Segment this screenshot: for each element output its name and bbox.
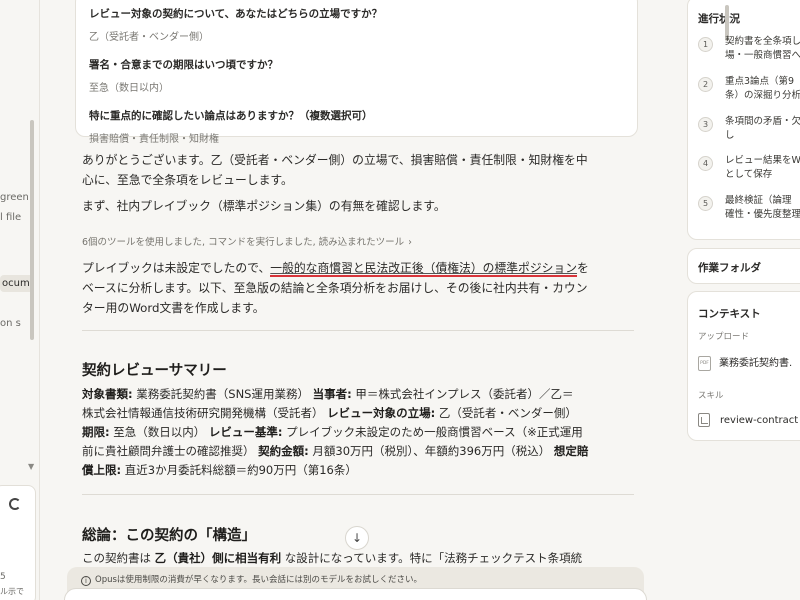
body-text: を <box>577 261 589 275</box>
step-line: 確性・優先度整理 <box>725 209 800 220</box>
step-number: 4 <box>698 156 713 171</box>
field-value: 甲＝株式会社インプレス（委託者）／乙＝ <box>351 387 574 401</box>
step-text: 重点3論点（第9 条）の深掘り分析 <box>725 75 800 103</box>
ack-line: ありがとうございます。乙（受託者・ベンダー側）の立場で、損害賠償・責任制限・知財… <box>82 153 588 167</box>
field-label: レビュー基準: <box>208 425 283 439</box>
emphasis-text: 乙（貴社）側に相当有利 <box>154 551 282 565</box>
field-label: 期限: <box>82 425 110 439</box>
question-text: 署名・合意までの期限はいつ頃ですか？ <box>89 59 278 71</box>
loading-spinner-icon <box>9 498 21 510</box>
step-text: レビュー結果をWor として保存 <box>725 154 800 182</box>
field-label: 契約金額: <box>258 444 309 458</box>
context-title: コンテキスト <box>698 308 761 320</box>
step-number: 5 <box>698 196 713 211</box>
field-value: 直近3か月委託料総額＝約90万円（第16条） <box>121 463 357 477</box>
field-value: プレイブック未設定のため一般商慣習ベース（※正式運用 <box>282 425 583 439</box>
skill-icon <box>698 413 710 427</box>
step-line: 最終検証（論理 <box>725 195 792 206</box>
upload-label: アップロード <box>698 332 750 342</box>
step-line: 契約書を全条項し <box>725 36 800 47</box>
answer-text: 損害賠償・責任制限・知財権 <box>89 134 219 145</box>
work-folder-card[interactable]: 作業フォルダ <box>687 248 800 284</box>
progress-card: 進行状況 1 契約書を全条項し 場・一般商慣習へ 2 重点3論点（第9 条）の深掘り… <box>687 0 800 240</box>
sidebar-item-fragment[interactable]: on s <box>0 318 21 329</box>
skill-name: review-contract <box>720 415 799 426</box>
body-text: この契約書は <box>82 551 155 565</box>
body-text: な設計になっています。特に「法務チェックテスト条項統 <box>281 551 583 565</box>
step-number: 2 <box>698 77 713 92</box>
field-value: 業務委託契約書（SNS運用業務） <box>132 387 313 401</box>
step-line: し <box>725 130 735 141</box>
step-line: として保存 <box>725 169 773 180</box>
chevron-right-icon: › <box>408 237 412 248</box>
field-value: 乙（受託者・ベンダー側） <box>435 406 577 420</box>
left-sidebar: green l file ocum on s ▼ 5 ル示で <box>0 0 40 600</box>
tool-usage-label: 6個のツールを使用しました, コマンドを実行しました, 読み込まれたツール <box>82 237 405 248</box>
ack-line: 心に、至急で全条項をレビューします。 <box>82 173 293 187</box>
field-label: 当事者: <box>312 387 352 401</box>
field-label: 想定賠 <box>553 444 589 458</box>
assistant-body: プレイブックは未設定でしたので、一般的な商慣習と民法改正後（債権法）の標準ポジシ… <box>82 258 642 318</box>
field-value: 月額30万円（税別）、年額約396万円（税込） <box>308 444 554 458</box>
file-name: 業務委託契約書. <box>719 358 793 369</box>
divider <box>82 330 634 331</box>
overview-heading: 総論：この契約の「構造」 <box>82 528 256 544</box>
highlighted-text: 一般的な商慣習と民法改正後（債権法）の標準ポジション <box>270 261 578 277</box>
folder-title: 作業フォルダ <box>698 262 761 274</box>
context-card: コンテキスト アップロード PDF 業務委託契約書. スキル review-con… <box>687 291 800 441</box>
field-value: 前に貴社顧問弁護士の確認推奨） <box>82 444 259 458</box>
conversation-area: レビュー対象の契約について、あなたはどちらの立場ですか？ 乙（受託者・ベンダー側… <box>40 0 660 600</box>
sidebar-item-selected[interactable]: ocum <box>0 275 34 292</box>
assistant-ack: ありがとうございます。乙（受託者・ベンダー側）の立場で、損害賠償・責任制限・知財… <box>82 150 642 190</box>
divider <box>82 494 634 495</box>
step-number: 1 <box>698 37 713 52</box>
tool-usage-summary[interactable]: 6個のツールを使用しました, コマンドを実行しました, 読み込まれたツール › <box>82 234 412 248</box>
body-text: ベースに分析します。以下、至急版の結論と全条項分析をお届けし、その後に社内共有・… <box>82 281 588 295</box>
answer-text: 乙（受託者・ベンダー側） <box>89 32 209 43</box>
question-text: レビュー対象の契約について、あなたはどちらの立場ですか？ <box>89 8 383 20</box>
skill-item[interactable]: review-contract <box>698 413 798 427</box>
info-icon: i <box>81 576 91 586</box>
skill-label: スキル <box>698 391 724 401</box>
step-line: 条項間の矛盾・欠 <box>725 116 800 127</box>
sidebar-bottom-text: ル示で <box>0 587 24 596</box>
caret-down-icon[interactable]: ▼ <box>28 462 34 471</box>
sidebar-item-fragment[interactable]: l file <box>0 212 21 223</box>
summary-paragraph: 対象書類: 業務委託契約書（SNS運用業務） 当事者: 甲＝株式会社インプレス（… <box>82 385 640 480</box>
sidebar-scrollbar[interactable] <box>30 120 34 340</box>
field-label: 償上限: <box>82 463 122 477</box>
step-text: 契約書を全条項し 場・一般商慣習へ <box>725 35 800 63</box>
assistant-check: まず、社内プレイブック（標準ポジション集）の有無を確認します。 <box>82 199 446 213</box>
step-text: 条項間の矛盾・欠し <box>725 115 800 143</box>
field-value: 株式会社情報通信技術研究開発機構（受託者） <box>82 406 328 420</box>
field-value: 至急（数日以内） <box>109 425 209 439</box>
overview-paragraph: この契約書は 乙（貴社）側に相当有利 な設計になっています。特に「法務チェックテ… <box>82 549 640 568</box>
step-number: 3 <box>698 117 713 132</box>
question-answer-card: レビュー対象の契約について、あなたはどちらの立場ですか？ 乙（受託者・ベンダー側… <box>75 0 638 145</box>
body-text: プレイブックは未設定でしたので、 <box>82 261 271 275</box>
right-panel: 進行状況 1 契約書を全条項し 場・一般商慣習へ 2 重点3論点（第9 条）の深掘り… <box>660 0 800 600</box>
summary-heading: 契約レビューサマリー <box>82 363 227 379</box>
field-label: 対象書類: <box>82 387 133 401</box>
scroll-down-button[interactable]: ↓ <box>345 526 369 550</box>
sidebar-bottom-text: 5 <box>0 572 6 582</box>
step-text: 最終検証（論理 確性・優先度整理 <box>725 194 800 222</box>
arrow-down-icon: ↓ <box>351 531 363 545</box>
uploaded-file[interactable]: PDF 業務委託契約書. <box>698 354 792 371</box>
sidebar-item-fragment[interactable]: green <box>0 192 29 203</box>
pdf-file-icon: PDF <box>698 355 711 371</box>
step-line: 条）の深掘り分析 <box>725 90 800 101</box>
notice-text: Opusは使用制限の消費が早くなります。長い会話には別のモデルをお試しください。 <box>95 575 423 585</box>
message-composer[interactable] <box>64 588 647 600</box>
question-text: 特に重点的に確認したい論点はありますか？（複数選択可） <box>89 110 373 122</box>
progress-title: 進行状況 <box>698 13 740 25</box>
field-label: レビュー対象の立場: <box>327 406 436 420</box>
answer-text: 至急（数日以内） <box>89 83 169 94</box>
body-text: ター用のWord文書を作成します。 <box>82 301 265 315</box>
step-line: 場・一般商慣習へ <box>725 50 800 61</box>
step-line: レビュー結果をWor <box>725 155 800 166</box>
step-line: 重点3論点（第9 <box>725 76 795 87</box>
